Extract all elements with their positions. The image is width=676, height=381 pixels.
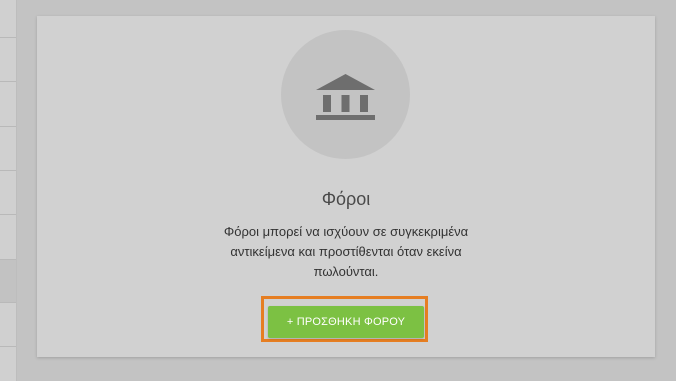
sidebar-divider — [0, 346, 16, 347]
page-title: Φόροι — [321, 189, 371, 209]
sidebar-divider — [0, 37, 16, 38]
sidebar-divider — [0, 214, 16, 215]
description-line: πωλούνται. — [313, 264, 379, 279]
sidebar-divider — [0, 126, 16, 127]
sidebar-divider — [0, 170, 16, 171]
description-line: αντικείμενα και προστίθενται όταν εκείνα — [230, 244, 462, 259]
icon-circle — [281, 30, 410, 159]
sidebar-divider — [0, 81, 16, 82]
sidebar — [0, 0, 17, 381]
add-tax-button[interactable]: + ΠΡΟΣΘΗΚΗ ΦΟΡΟΥ — [268, 306, 424, 338]
taxes-empty-state-card: Φόροι Φόροι μπορεί να ισχύουν σε συγκεκρ… — [37, 16, 655, 357]
sidebar-item-selected[interactable] — [0, 259, 16, 303]
taxes-screen: Φόροι Φόροι μπορεί να ισχύουν σε συγκεκρ… — [0, 0, 676, 381]
empty-state-description: Φόροι μπορεί να ισχύουν σε συγκεκριμένα … — [191, 222, 501, 282]
bank-icon — [316, 74, 375, 120]
description-line: Φόροι μπορεί να ισχύουν σε συγκεκριμένα — [223, 224, 469, 239]
